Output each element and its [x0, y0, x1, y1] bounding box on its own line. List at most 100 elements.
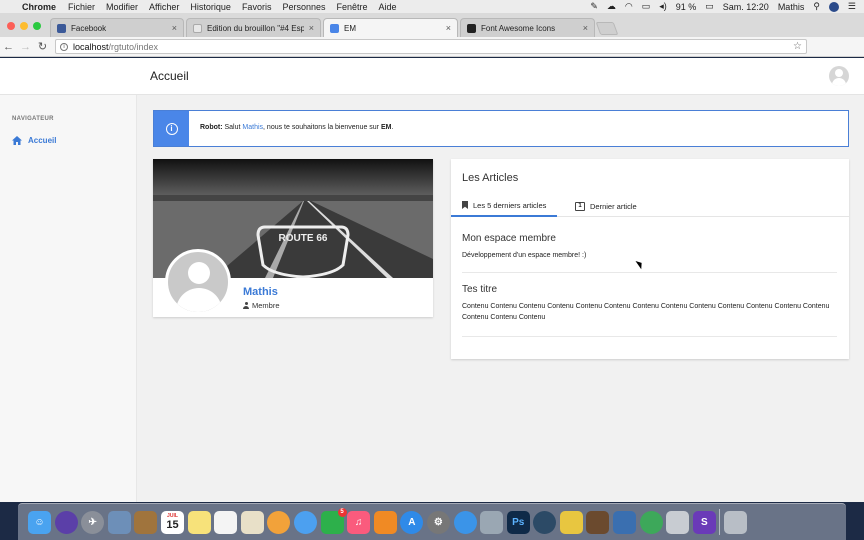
- sketch-icon[interactable]: [559, 510, 583, 534]
- messages-icon[interactable]: [293, 510, 317, 534]
- article-item[interactable]: Tes titre Contenu Contenu Contenu Conten…: [462, 284, 837, 337]
- user-avatar[interactable]: [829, 66, 849, 86]
- alert-text: , nous te souhaitons la bienvenue sur: [263, 124, 380, 131]
- system-preferences-icon[interactable]: ⚙: [426, 510, 450, 534]
- siri-app-icon[interactable]: [54, 510, 78, 534]
- menu-fichier[interactable]: Fichier: [68, 2, 95, 12]
- welcome-alert: i Robot: Salut Mathis, nous te souhaiton…: [153, 110, 849, 147]
- tab-last-article[interactable]: 1 Dernier article: [564, 195, 648, 217]
- close-tab-icon[interactable]: ×: [309, 23, 314, 33]
- articles-title: Les Articles: [462, 172, 519, 184]
- feather-icon[interactable]: ✎: [590, 1, 598, 12]
- notes-icon[interactable]: [187, 510, 211, 534]
- itunes-icon[interactable]: ♫: [347, 510, 371, 534]
- facetime-icon[interactable]: 5: [320, 507, 347, 534]
- menu-modifier[interactable]: Modifier: [106, 2, 138, 12]
- siri-icon[interactable]: [828, 1, 839, 12]
- tab-font-awesome[interactable]: Font Awesome Icons ×: [460, 18, 595, 37]
- photoshop-icon[interactable]: Ps: [506, 510, 530, 534]
- tab-em[interactable]: EM ×: [323, 18, 458, 37]
- ibooks-icon[interactable]: [373, 510, 397, 534]
- browser-toolbar: ← → ↻ i localhost /rgtuto/index ☆ ⋮: [0, 37, 864, 89]
- contacts-icon[interactable]: [134, 510, 158, 534]
- quicktime-icon[interactable]: [533, 510, 557, 534]
- terminal-icon[interactable]: [586, 510, 610, 534]
- notification-badge: 5: [337, 507, 347, 517]
- bookmark-icon: [462, 201, 468, 209]
- back-icon[interactable]: ←: [0, 41, 17, 53]
- menu-aide[interactable]: Aide: [379, 2, 397, 12]
- menu-personnes[interactable]: Personnes: [282, 2, 325, 12]
- launchpad-icon[interactable]: ✈: [81, 510, 105, 534]
- wifi-icon[interactable]: ◠: [625, 1, 633, 12]
- site-info-icon[interactable]: i: [60, 42, 68, 51]
- alert-sender: Robot:: [200, 124, 223, 131]
- clock[interactable]: Sam. 12:20: [723, 2, 769, 12]
- airplay-icon[interactable]: ▭: [642, 1, 651, 12]
- preview-icon[interactable]: [107, 510, 131, 534]
- em-icon: [330, 23, 339, 33]
- menu-favoris[interactable]: Favoris: [242, 2, 272, 12]
- menu-historique[interactable]: Historique: [190, 2, 231, 12]
- xcode-icon[interactable]: [480, 510, 504, 534]
- profile-role-label: Membre: [252, 301, 280, 310]
- reminders-icon[interactable]: [214, 510, 238, 534]
- finder-icon[interactable]: ☺: [28, 510, 51, 534]
- zoom-window-icon[interactable]: [33, 22, 41, 30]
- alert-username-link[interactable]: Mathis: [242, 124, 263, 131]
- article-body: Développement d'un espace membre! :): [462, 252, 587, 259]
- close-tab-icon[interactable]: ×: [446, 23, 451, 33]
- info-icon: i: [165, 122, 178, 135]
- calendar-day: 15: [166, 519, 179, 531]
- tab-facebook[interactable]: Facebook ×: [50, 18, 184, 37]
- bookmark-star-icon[interactable]: ☆: [793, 41, 802, 52]
- tab-label: EM: [344, 23, 356, 33]
- sidebar-item-accueil[interactable]: Accueil: [12, 136, 56, 145]
- address-bar[interactable]: i localhost /rgtuto/index ☆: [55, 39, 807, 54]
- close-window-icon[interactable]: [7, 22, 15, 30]
- facebook-icon: [57, 23, 66, 33]
- safari-icon[interactable]: [453, 510, 477, 534]
- new-tab-button[interactable]: [595, 22, 619, 35]
- reload-icon[interactable]: ↻: [34, 40, 51, 53]
- tab-label: Edition du brouillon "#4 Espace: [207, 23, 304, 33]
- calendar-icon[interactable]: JUIL 15: [160, 510, 184, 534]
- utility-icon[interactable]: [666, 510, 690, 534]
- battery-icon[interactable]: ▭: [705, 1, 714, 12]
- window-controls: [7, 22, 41, 30]
- article-item[interactable]: Mon espace membre Développement d'un esp…: [462, 233, 837, 273]
- app-store-icon[interactable]: A: [400, 510, 424, 534]
- menu-fenetre[interactable]: Fenêtre: [336, 2, 367, 12]
- profile-name[interactable]: Mathis: [243, 286, 278, 298]
- app-menu[interactable]: Chrome: [22, 2, 56, 12]
- photos-icon[interactable]: [267, 510, 291, 534]
- dock-separator: [719, 509, 721, 535]
- user-name[interactable]: Mathis: [778, 2, 805, 12]
- menu-afficher[interactable]: Afficher: [149, 2, 179, 12]
- article-title: Tes titre: [462, 284, 498, 295]
- cloud-icon[interactable]: ☁: [607, 1, 616, 12]
- home-icon: [12, 136, 22, 145]
- sidebar-item-label: Accueil: [28, 136, 57, 145]
- profile-avatar[interactable]: [165, 249, 231, 315]
- minimize-window-icon[interactable]: [20, 22, 28, 30]
- volume-icon[interactable]: ◂): [659, 1, 667, 12]
- profile-role: Membre: [243, 301, 280, 310]
- forward-icon[interactable]: →: [17, 41, 34, 53]
- sublime-icon[interactable]: S: [692, 510, 716, 534]
- tab-draft[interactable]: Edition du brouillon "#4 Espace ×: [186, 18, 321, 37]
- chrome-icon[interactable]: [639, 510, 663, 534]
- alert-end: .: [391, 124, 394, 131]
- battery-percent[interactable]: 91 %: [676, 2, 697, 12]
- tab-strip: Facebook × Edition du brouillon "#4 Espa…: [0, 13, 864, 37]
- spotlight-icon[interactable]: ⚲: [813, 1, 820, 12]
- trash-icon[interactable]: [724, 510, 748, 534]
- close-tab-icon[interactable]: ×: [583, 23, 588, 33]
- tab-latest-5-articles[interactable]: Les 5 derniers articles: [451, 195, 558, 217]
- article-body: Contenu Contenu Contenu Contenu Contenu …: [462, 303, 830, 321]
- article-title: Mon espace membre: [462, 233, 556, 244]
- maps-icon[interactable]: [240, 510, 264, 534]
- virtualbox-icon[interactable]: [613, 510, 637, 534]
- close-tab-icon[interactable]: ×: [172, 23, 177, 33]
- notification-center-icon[interactable]: ☰: [848, 1, 856, 12]
